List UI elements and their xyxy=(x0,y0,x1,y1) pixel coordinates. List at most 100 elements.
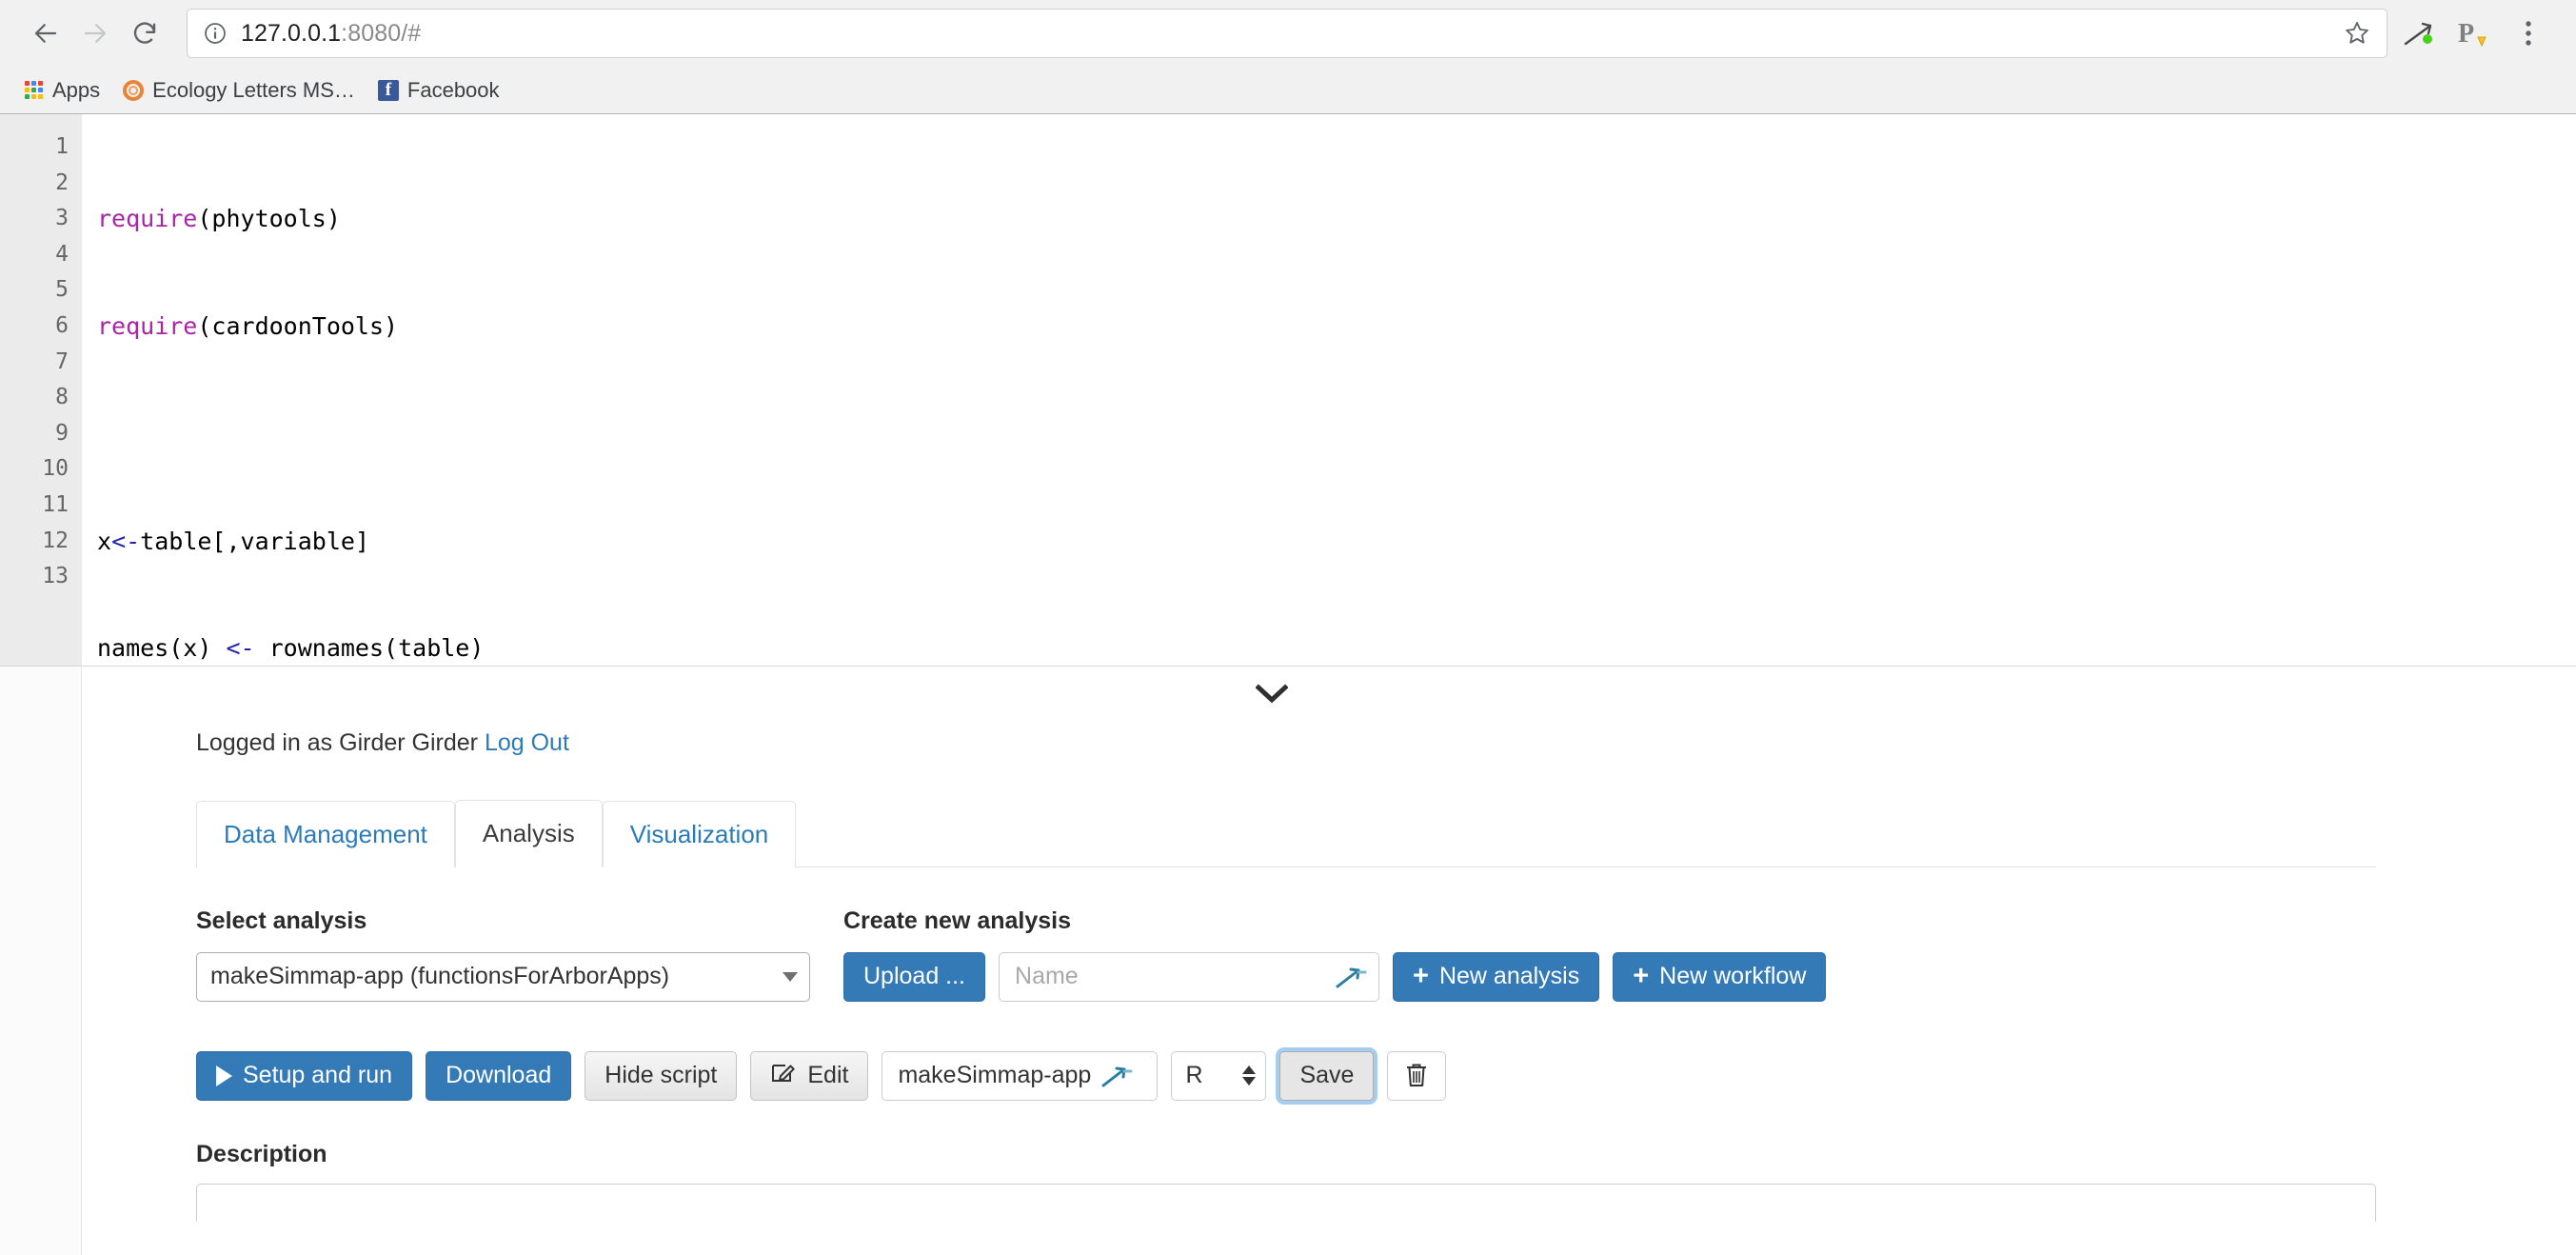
left-rail xyxy=(0,667,82,1255)
line-number: 6 xyxy=(55,312,69,338)
forward-button[interactable] xyxy=(70,9,120,58)
editor-code-area[interactable]: require(phytools) require(cardoonTools) … xyxy=(82,114,2576,1199)
code-line: require(cardoonTools) xyxy=(97,311,399,340)
new-analysis-button[interactable]: + New analysis xyxy=(1393,951,1600,1002)
select-analysis-value: makeSimmap-app (functionsForArborApps) xyxy=(210,963,670,989)
new-workflow-button[interactable]: + New workflow xyxy=(1613,951,1827,1002)
analysis-controls: Select analysis makeSimmap-app (function… xyxy=(196,907,2576,1002)
bookmark-label: Ecology Letters MS… xyxy=(152,78,355,102)
script-toolbar: Setup and run Download Hide script Edit … xyxy=(196,1050,2576,1101)
trash-icon xyxy=(1407,1064,1427,1086)
line-number: 12 xyxy=(42,528,69,553)
line-number: 10 xyxy=(42,456,69,482)
bookmarks-bar: Apps Ecology Letters MS… f Facebook xyxy=(0,67,2576,114)
auth-status-text: Logged in as Girder Girder xyxy=(196,729,478,756)
address-bar-text: 127.0.0.1:8080/# xyxy=(241,20,421,48)
forward-arrow-icon xyxy=(84,24,107,43)
plus-icon: + xyxy=(1413,961,1429,991)
page-info-icon[interactable] xyxy=(203,21,228,46)
extension-icons: P xyxy=(2395,7,2555,60)
line-number: 9 xyxy=(55,420,69,446)
bookmark-apps[interactable]: Apps xyxy=(13,74,111,107)
hide-script-label: Hide script xyxy=(604,1062,718,1088)
browser-toolbar: 127.0.0.1:8080/# P xyxy=(0,0,2576,67)
save-button-label: Save xyxy=(1299,1062,1355,1088)
collapse-panel-button[interactable] xyxy=(1250,678,1294,710)
tab-data-management[interactable]: Data Management xyxy=(196,801,455,867)
editor-line-numbers: 1 2 3 4 5 6 7 8 9 10 11 12 13 xyxy=(0,114,82,666)
app-main: Logged in as Girder Girder Log Out Data … xyxy=(82,667,2576,1255)
new-analysis-name-input[interactable] xyxy=(999,951,1380,1002)
arbor-logo-icon xyxy=(1335,964,1367,990)
spinner-arrows-icon xyxy=(1242,1066,1257,1086)
browser-chrome: 127.0.0.1:8080/# P Apps Ecology Letters … xyxy=(0,0,2576,114)
line-number: 4 xyxy=(55,241,69,267)
setup-and-run-button[interactable]: Setup and run xyxy=(196,1050,413,1101)
select-analysis-title: Select analysis xyxy=(196,906,367,934)
download-button[interactable]: Download xyxy=(426,1050,572,1101)
new-analysis-button-label: New analysis xyxy=(1438,963,1580,989)
select-analysis-group: Select analysis makeSimmap-app (function… xyxy=(196,907,843,1002)
auth-status: Logged in as Girder Girder Log Out xyxy=(196,729,2576,757)
download-button-label: Download xyxy=(446,1062,552,1088)
chevron-down-icon xyxy=(1256,684,1288,704)
reload-icon xyxy=(133,22,156,44)
new-workflow-button-label: New workflow xyxy=(1659,963,1807,989)
setup-and-run-label: Setup and run xyxy=(243,1062,393,1088)
apps-grid-icon xyxy=(25,81,44,100)
bookmark-star-icon[interactable] xyxy=(2343,19,2371,48)
tab-bar: Data Management Analysis Visualization xyxy=(196,800,2376,867)
line-number: 5 xyxy=(55,277,69,303)
url-host: 127.0.0.1 xyxy=(241,19,342,47)
address-bar[interactable]: 127.0.0.1:8080/# xyxy=(187,9,2388,58)
log-out-link[interactable]: Log Out xyxy=(485,729,569,756)
code-line: x<-table[,variable] xyxy=(97,527,369,555)
script-name-value: makeSimmap-app xyxy=(898,1062,1092,1088)
arbor-extension-icon[interactable] xyxy=(2395,7,2448,60)
collapse-bar xyxy=(82,667,2576,722)
browser-menu-button[interactable] xyxy=(2502,7,2555,60)
facebook-favicon: f xyxy=(377,80,399,101)
script-language-select[interactable]: R xyxy=(1171,1050,1267,1101)
save-button[interactable]: Save xyxy=(1279,1050,1375,1101)
hide-script-button[interactable]: Hide script xyxy=(585,1050,738,1101)
upload-button[interactable]: Upload ... xyxy=(843,951,986,1002)
edit-button[interactable]: Edit xyxy=(750,1050,869,1101)
create-new-analysis-group: Create new analysis Upload ... Name + Ne… xyxy=(843,906,1827,1002)
tab-visualization[interactable]: Visualization xyxy=(602,801,797,867)
line-number: 11 xyxy=(42,491,69,517)
bookmark-ecology-letters[interactable]: Ecology Letters MS… xyxy=(111,74,367,107)
description-title: Description xyxy=(196,1140,327,1167)
delete-button[interactable] xyxy=(1387,1050,1447,1101)
play-icon xyxy=(216,1065,232,1086)
new-analysis-name-field[interactable] xyxy=(1015,963,1326,990)
pocket-extension-icon[interactable]: P xyxy=(2448,7,2502,60)
select-analysis-dropdown[interactable]: makeSimmap-app (functionsForArborApps) xyxy=(196,951,810,1002)
script-name-input[interactable]: makeSimmap-app xyxy=(882,1050,1159,1101)
line-number: 13 xyxy=(42,564,69,589)
line-number: 7 xyxy=(55,349,69,374)
edit-pencil-icon xyxy=(770,1060,797,1091)
bookmark-label: Facebook xyxy=(406,78,500,102)
back-button[interactable] xyxy=(21,9,70,58)
chevron-down-icon xyxy=(783,971,798,982)
line-number: 8 xyxy=(55,385,69,410)
edit-button-label: Edit xyxy=(807,1062,849,1088)
line-number: 2 xyxy=(55,169,69,195)
bookmark-facebook[interactable]: f Facebook xyxy=(367,74,511,107)
script-language-value: R xyxy=(1185,1062,1203,1088)
tab-analysis[interactable]: Analysis xyxy=(454,800,603,867)
line-number: 1 xyxy=(55,134,69,159)
reload-button[interactable] xyxy=(120,9,169,58)
bookmark-label: Apps xyxy=(52,78,101,102)
svg-text:P: P xyxy=(2458,19,2474,49)
script-editor[interactable]: 1 2 3 4 5 6 7 8 9 10 11 12 13 require(ph… xyxy=(0,114,2576,1199)
create-new-analysis-title: Create new analysis xyxy=(843,906,1072,934)
description-input[interactable] xyxy=(196,1183,2376,1222)
create-new-analysis-row: Upload ... Name + New analysis + New wor… xyxy=(843,951,1827,1002)
plus-icon: + xyxy=(1633,961,1650,991)
back-arrow-icon xyxy=(34,24,57,43)
line-number: 3 xyxy=(55,206,69,231)
app-body: Logged in as Girder Girder Log Out Data … xyxy=(0,667,2576,1255)
